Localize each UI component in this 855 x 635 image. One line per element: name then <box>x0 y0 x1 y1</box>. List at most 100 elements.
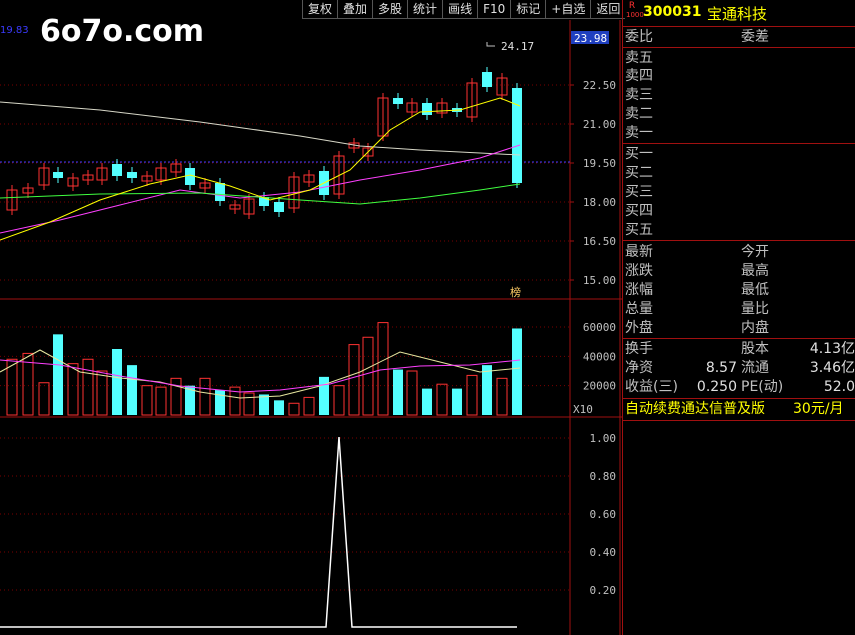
bid-row: 买五 <box>623 221 855 239</box>
candle-body <box>512 88 522 183</box>
price-tick-label: 18.00 <box>583 196 616 209</box>
bid-label: 买四 <box>625 203 653 219</box>
volume-bar <box>436 383 448 416</box>
indicator-tick-label: 1.00 <box>590 432 617 445</box>
watermark-logo: 6o7o.com <box>40 14 205 49</box>
float-value: 3.46亿 <box>809 360 855 376</box>
high-label: 最高 <box>741 263 769 279</box>
pe-value: 52.0 <box>823 379 855 395</box>
ma-line <box>0 144 521 234</box>
restore-rights-button[interactable]: 复权 <box>302 0 338 19</box>
f10-button[interactable]: F10 <box>477 0 511 19</box>
divider <box>623 338 855 339</box>
eps-value: 0.250 <box>696 379 737 395</box>
order-ratio-row: 委比 委差 <box>623 28 855 46</box>
fundamentals-row: 换手 股本 4.13亿 <box>623 340 855 358</box>
candle-body <box>127 172 137 178</box>
quote-row: 最新 今开 <box>623 243 855 261</box>
volume-bar <box>274 400 284 415</box>
float-label: 流通 <box>741 360 769 376</box>
divider <box>623 398 855 399</box>
chart-area[interactable]: 22.50 21.00 19.50 18.00 16.50 15.00 23.98 24.17… <box>0 0 622 635</box>
bid-label: 买五 <box>625 222 653 238</box>
volume-bar <box>452 388 462 415</box>
quote-row: 涨跌 最高 <box>623 262 855 280</box>
change-pct-label: 涨幅 <box>625 282 653 298</box>
low-label: 最低 <box>741 282 769 298</box>
nav-label: 净资 <box>625 360 653 376</box>
volume-tick-label: 40000 <box>583 350 616 363</box>
divider <box>623 240 855 241</box>
mark-button[interactable]: 标记 <box>510 0 546 19</box>
volume-bar <box>422 388 432 415</box>
candle-body <box>185 168 195 185</box>
volume-bar <box>53 334 63 415</box>
bid-row: 买一 <box>623 145 855 163</box>
statistics-button[interactable]: 统计 <box>407 0 443 19</box>
indicator-tick-label: 0.60 <box>590 508 617 521</box>
left-price-label: 19.83 <box>0 25 29 36</box>
draw-line-button[interactable]: 画线 <box>442 0 478 19</box>
volume-bar <box>482 365 492 415</box>
volume-bar <box>67 363 79 416</box>
ask-row: 卖一 <box>623 124 855 142</box>
volume-bar <box>243 392 255 416</box>
indicator-tick-label: 0.20 <box>590 584 617 597</box>
pe-label: PE(动) <box>741 379 784 395</box>
ask-label: 卖二 <box>625 106 653 122</box>
high-marker <box>486 42 495 47</box>
volume-bar <box>333 385 345 416</box>
volume-bar <box>127 365 137 415</box>
bid-label: 买一 <box>625 146 653 162</box>
total-shares-value: 4.13亿 <box>809 341 855 357</box>
candle-body <box>53 172 63 178</box>
inner-volume-label: 内盘 <box>741 320 769 336</box>
ask-label: 卖一 <box>625 125 653 141</box>
rank-badge: 榜 <box>510 285 521 299</box>
volume-bar <box>112 349 122 415</box>
turnover-label: 换手 <box>625 341 653 357</box>
add-watchlist-button[interactable]: +自选 <box>545 0 591 19</box>
price-tick-label: 16.50 <box>583 235 616 248</box>
subscription-ad[interactable]: 自动续费通达信普及版 30元/月 <box>623 400 855 418</box>
fundamentals-row: 收益(三) 0.250 PE(动) 52.0 <box>623 378 855 396</box>
candle-body <box>274 202 284 212</box>
high-label: 24.17 <box>501 40 534 53</box>
bid-row: 买三 <box>623 183 855 201</box>
volume-bar <box>215 390 225 415</box>
volume-bar <box>406 370 418 416</box>
volume-bar <box>199 377 211 416</box>
volume-bar <box>496 377 508 416</box>
volume-bar <box>141 385 153 416</box>
bid-row: 买二 <box>623 164 855 182</box>
bid-label: 买三 <box>625 184 653 200</box>
open-label: 今开 <box>741 244 769 260</box>
volume-bar <box>466 374 478 416</box>
back-button[interactable]: 返回 <box>590 0 626 19</box>
nav-value: 8.57 <box>705 360 737 376</box>
price-tick-label: 21.00 <box>583 118 616 131</box>
quote-row: 总量 量比 <box>623 300 855 318</box>
toolbar: 复权 叠加 多股 统计 画线 F10 标记 +自选 返回 <box>302 0 626 20</box>
overlay-button[interactable]: 叠加 <box>337 0 373 19</box>
ask-label: 卖四 <box>625 68 653 84</box>
volume-bar <box>319 376 329 415</box>
divider <box>623 420 855 421</box>
divider <box>623 26 855 27</box>
ask-row: 卖四 <box>623 67 855 85</box>
multi-stock-button[interactable]: 多股 <box>372 0 408 19</box>
ask-row: 卖三 <box>623 86 855 104</box>
total-shares-label: 股本 <box>741 341 769 357</box>
price-tick-label: 15.00 <box>583 274 616 287</box>
volume-bar <box>96 370 108 416</box>
volume-bar <box>155 386 167 416</box>
order-diff-label: 委差 <box>741 29 769 45</box>
fundamentals-row: 净资 8.57 流通 3.46亿 <box>623 359 855 377</box>
price-tick-label: 19.50 <box>583 157 616 170</box>
ad-price: 30元/月 <box>793 401 844 417</box>
ask-label: 卖三 <box>625 87 653 103</box>
current-price-label: 23.98 <box>574 32 607 45</box>
volume-bar <box>82 358 94 416</box>
change-label: 涨跌 <box>625 263 653 279</box>
exchange-badge: R 1000 <box>626 1 644 23</box>
